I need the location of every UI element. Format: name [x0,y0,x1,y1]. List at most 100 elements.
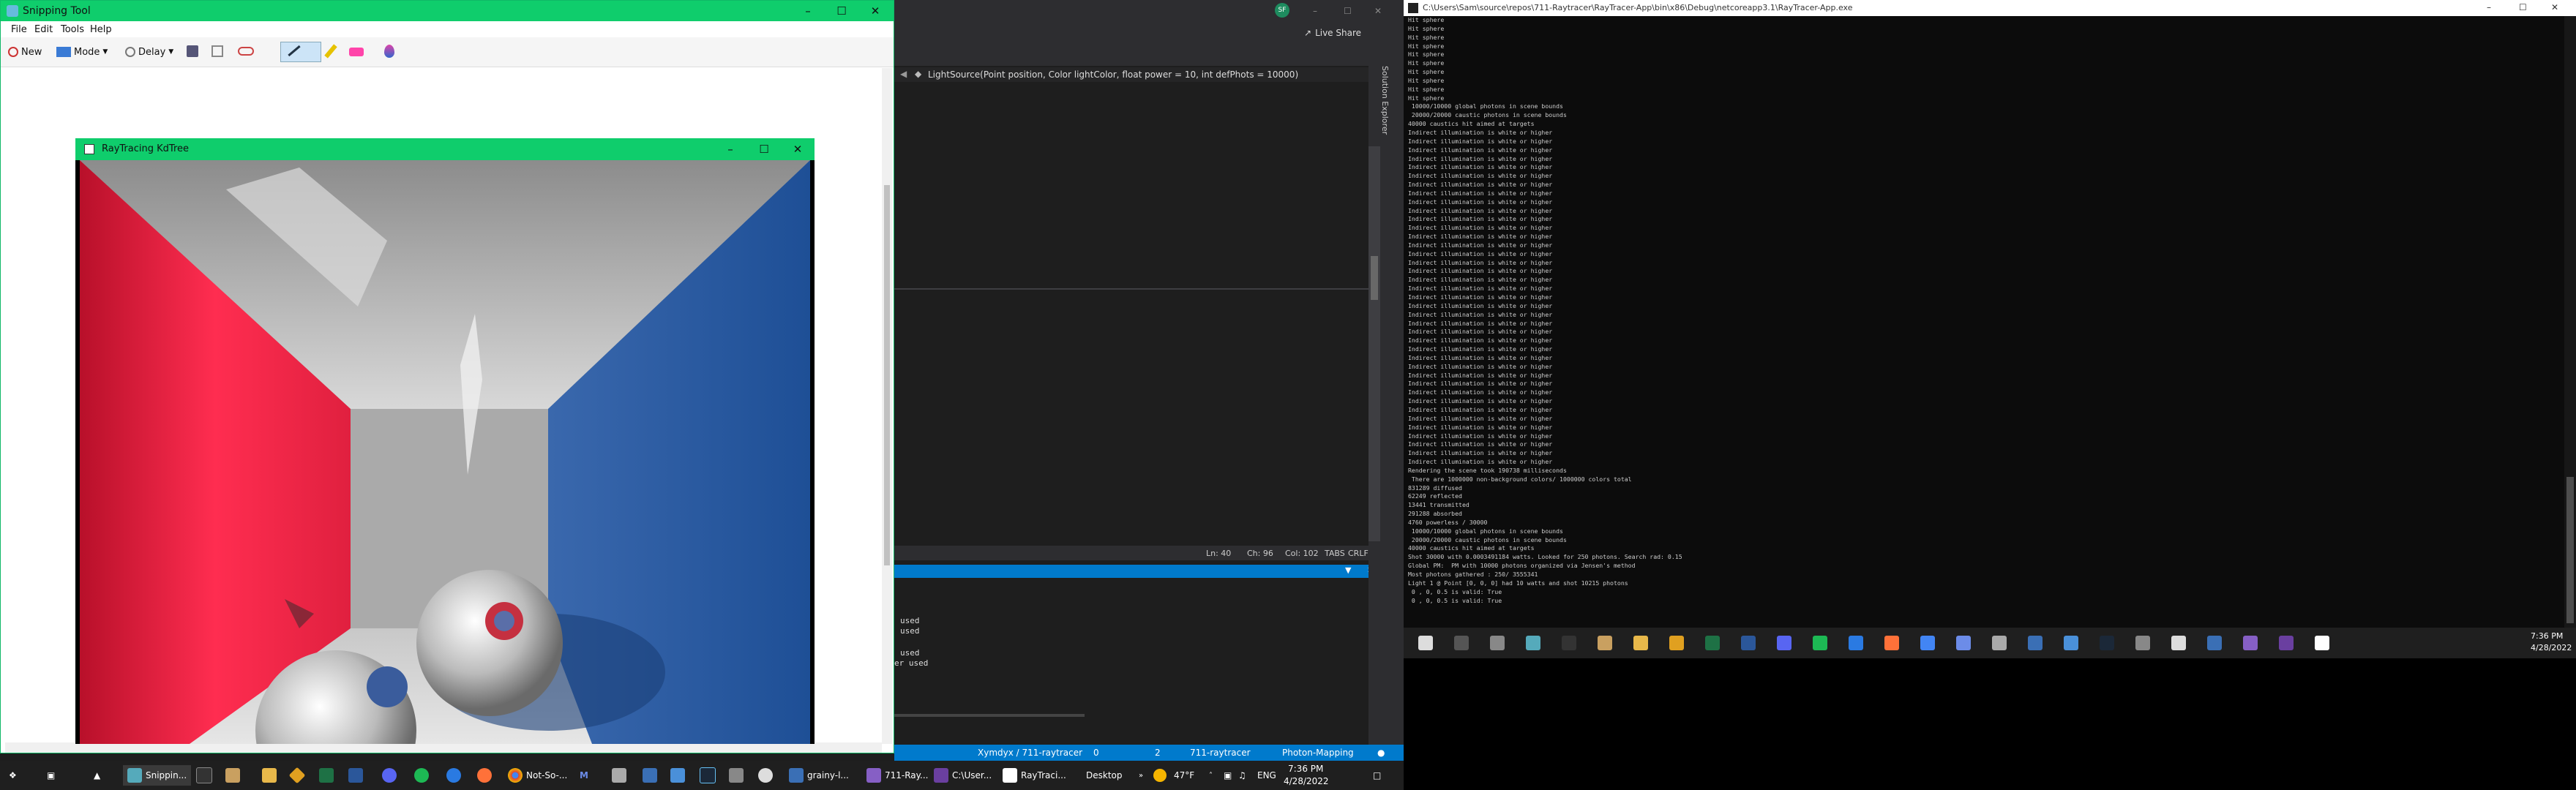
solution-explorer-tab[interactable]: Solution Explorer [1380,66,1390,135]
minimize-button[interactable]: – [791,1,825,21]
copy-icon[interactable] [211,45,223,57]
task-view-icon[interactable]: ▣ [47,765,55,786]
menu-file[interactable]: File [11,24,27,35]
firefox-icon[interactable] [477,765,492,786]
eraser-icon[interactable] [349,48,364,56]
push-count[interactable]: 0 [1093,748,1099,758]
user-avatar[interactable]: SF [1275,3,1289,18]
file-explorer-icon[interactable] [262,765,277,786]
chevron-left-icon[interactable]: ◀ [900,69,907,79]
close-button[interactable]: ✕ [1374,6,1382,16]
editor-scrollbar[interactable] [1368,146,1380,541]
terminal-icon[interactable] [1562,636,1576,650]
taskbar-item-snipping[interactable]: Snippin... [123,765,192,786]
volume-icon[interactable]: ♫ [1238,765,1246,786]
save-icon[interactable] [187,45,198,57]
menu-help[interactable]: Help [90,24,112,35]
taskbar-item-console[interactable]: C:\User... [931,765,995,786]
weather-icon[interactable] [1153,765,1167,786]
tray-chevron-icon[interactable]: ˄ [1209,765,1213,786]
delay-button[interactable]: Delay ▼ [125,43,173,61]
excel-icon[interactable] [319,765,334,786]
maximize-button[interactable]: ☐ [2519,2,2527,12]
terminal-icon[interactable] [2279,636,2294,650]
folder-icon[interactable] [1992,636,2007,650]
photos-icon[interactable] [2135,636,2150,650]
horizontal-scrollbar[interactable] [5,742,882,753]
discord-icon[interactable] [382,765,397,786]
close-button[interactable]: ✕ [781,138,815,160]
printer-icon[interactable] [643,765,657,786]
windows-start-icon[interactable]: ❖ [9,765,17,786]
minimize-button[interactable]: – [714,138,747,160]
firefox-icon[interactable] [1884,636,1899,650]
console-titlebar[interactable]: C:\Users\Sam\source\repos\711-Raytracer\… [1404,0,2576,16]
app-icon[interactable] [1669,636,1684,650]
spotify-icon[interactable] [1813,636,1827,650]
branch-repo[interactable]: 711-raytracer [1190,748,1251,758]
pen-button[interactable] [280,42,321,62]
github-icon[interactable] [2171,636,2186,650]
vertical-scrollbar[interactable] [882,68,892,744]
chevron-icon[interactable]: » [1139,765,1143,786]
edit-count[interactable]: 2 [1155,748,1161,758]
indent-mode[interactable]: TABS [1325,549,1345,558]
live-share-button[interactable]: ↗ Live Share [1304,28,1361,38]
taskbar-item-grainy[interactable]: grainy-l... [786,765,852,786]
console-scrollbar[interactable] [2564,16,2576,628]
menu-tools[interactable]: Tools [61,24,84,35]
branch-name[interactable]: Photon-Mapping [1282,748,1354,758]
steam-icon[interactable] [700,765,716,786]
clock-time[interactable]: 7:36 PM [2531,631,2563,641]
network-icon[interactable]: ▣ [1224,765,1232,786]
windows-start-icon[interactable] [1418,636,1433,650]
pin-icon[interactable]: ▼ [1345,565,1351,575]
language-indicator[interactable]: ENG [1257,765,1276,786]
chrome-icon[interactable] [1920,636,1935,650]
snipping-tool-titlebar[interactable]: Snipping Tool – ☐ ✕ [1,1,894,21]
mode-button[interactable]: Mode ▼ [56,43,108,61]
file-explorer-icon[interactable] [1633,636,1648,650]
maximize-button[interactable]: ☐ [1344,6,1352,16]
send-icon[interactable] [238,47,254,56]
app-icon[interactable] [288,765,306,786]
taskbar-item-vs[interactable]: 711-Ray... [864,765,932,786]
minimize-button[interactable]: – [2487,2,2491,12]
malwarebytes-icon[interactable] [1956,636,1971,650]
excel-icon[interactable] [1705,636,1720,650]
malwarebytes-icon[interactable]: M [580,765,588,786]
store-icon[interactable] [670,765,685,786]
scrollbar-thumb[interactable] [884,185,890,565]
widgets-icon[interactable]: ▲ [94,765,100,786]
close-button[interactable]: ✕ [858,1,892,21]
output-hscroll[interactable] [894,714,1085,717]
taskbar-item-raytracing[interactable]: RayTraci... [1000,765,1069,786]
raytracer-titlebar[interactable]: RayTracing KdTree – ☐ ✕ [75,138,815,160]
task-view-icon[interactable] [1454,636,1469,650]
clock-date[interactable]: 4/28/2022 [2531,643,2572,652]
scrollbar-thumb[interactable] [2566,477,2574,623]
widgets-icon[interactable] [1490,636,1505,650]
word-icon[interactable] [348,765,363,786]
notification-icon[interactable]: □ [1373,765,1381,786]
new-button[interactable]: New [8,43,42,61]
steam-icon[interactable] [2100,636,2114,650]
repo-name[interactable]: Xymdyx / 711-raytracer [978,748,1082,758]
printer-icon[interactable] [2028,636,2043,650]
snipping-tool-icon[interactable] [1526,636,1540,650]
spotify-icon[interactable] [414,765,429,786]
app-icon[interactable] [2315,636,2329,650]
github-icon[interactable] [758,765,773,786]
close-button[interactable]: ✕ [2551,2,2558,12]
word-icon[interactable] [1741,636,1756,650]
highlighter-icon[interactable] [324,44,337,59]
maximize-button[interactable]: ☐ [825,1,858,21]
notepad-icon[interactable] [1598,636,1612,650]
image-icon[interactable] [2207,636,2222,650]
scrollbar-thumb[interactable] [1371,256,1378,300]
taskbar-item-chrome[interactable]: Not-So-... [505,765,570,786]
folder-icon[interactable] [612,765,626,786]
firefox-dev-icon[interactable] [446,765,461,786]
paint3d-icon[interactable] [384,45,394,58]
line-ending[interactable]: CRLF [1348,549,1368,558]
